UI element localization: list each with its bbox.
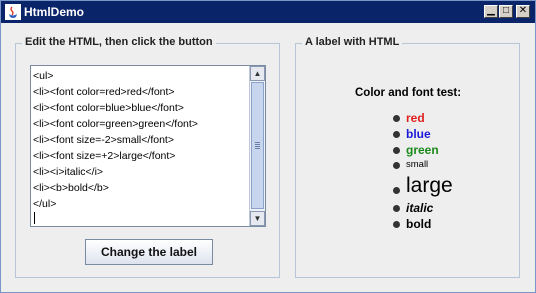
code-lines: <ul> <li><font color=red>red</font> <li>… [33, 68, 249, 212]
code-line: <li><font color=red>red</font> [33, 86, 175, 98]
minimize-icon: ▁ [487, 5, 495, 16]
list-item: bold [393, 216, 453, 232]
code-line: <li><b>bold</b> [33, 182, 109, 194]
list-item: large [393, 172, 453, 200]
list-item-text: green [406, 143, 439, 157]
maximize-icon: □ [502, 5, 510, 16]
code-line: <li><i>italic</i> [33, 166, 104, 178]
code-line: <li><font color=green>green</font> [33, 118, 198, 130]
scrollbar-thumb[interactable] [251, 82, 264, 209]
java-cup-icon [5, 4, 21, 20]
minimize-button[interactable]: ▁ [484, 5, 498, 18]
vertical-scrollbar[interactable]: ▲ ▼ [249, 66, 265, 226]
list-item: small [393, 158, 453, 172]
bullet-icon [393, 162, 400, 169]
code-line: <li><font size=-2>small</font> [33, 134, 174, 146]
bullet-icon [393, 187, 400, 194]
list-item: red [393, 110, 453, 126]
app-window: HtmlDemo ▁ □ ✕ Edit the HTML, then click… [0, 0, 536, 293]
html-label-panel-title: A label with HTML [302, 36, 403, 48]
change-label-button[interactable]: Change the label [85, 239, 213, 265]
arrow-up-icon: ▲ [253, 69, 262, 78]
close-icon: ✕ [518, 5, 528, 16]
scroll-up-button[interactable]: ▲ [250, 66, 265, 81]
label-heading: Color and font test: [355, 87, 462, 99]
list-item: blue [393, 126, 453, 142]
bullet-icon [393, 221, 400, 228]
html-code-textarea[interactable]: <ul> <li><font color=red>red</font> <li>… [30, 65, 266, 227]
text-caret [34, 212, 35, 224]
list-item-text: bold [406, 217, 432, 231]
list-item: italic [393, 200, 453, 216]
bullet-icon [393, 115, 400, 122]
list-item: green [393, 142, 453, 158]
list-item-text: large [406, 174, 453, 197]
list-item-text: red [406, 111, 425, 125]
bullet-icon [393, 205, 400, 212]
list-item-text: italic [406, 201, 434, 215]
grip-line [255, 146, 260, 147]
grip-line [255, 144, 260, 145]
edit-html-panel-title: Edit the HTML, then click the button [22, 36, 216, 48]
code-line: <li><font size=+2>large</font> [33, 150, 176, 162]
window-title: HtmlDemo [24, 5, 85, 19]
list-item-text: blue [406, 127, 431, 141]
label-list: red blue green small large italic bold [393, 110, 453, 232]
bullet-icon [393, 131, 400, 138]
scroll-down-button[interactable]: ▼ [250, 211, 265, 226]
bullet-icon [393, 147, 400, 154]
close-button[interactable]: ✕ [516, 5, 530, 18]
grip-line [255, 142, 260, 143]
code-line: <li><font color=blue>blue</font> [33, 102, 184, 114]
arrow-down-icon: ▼ [253, 214, 262, 223]
code-line: <ul> [33, 70, 54, 82]
code-line: </ul> [33, 198, 57, 210]
title-bar[interactable]: HtmlDemo ▁ □ ✕ [1, 1, 535, 23]
maximize-button[interactable]: □ [499, 5, 513, 18]
grip-line [255, 148, 260, 149]
list-item-text: small [406, 159, 429, 170]
